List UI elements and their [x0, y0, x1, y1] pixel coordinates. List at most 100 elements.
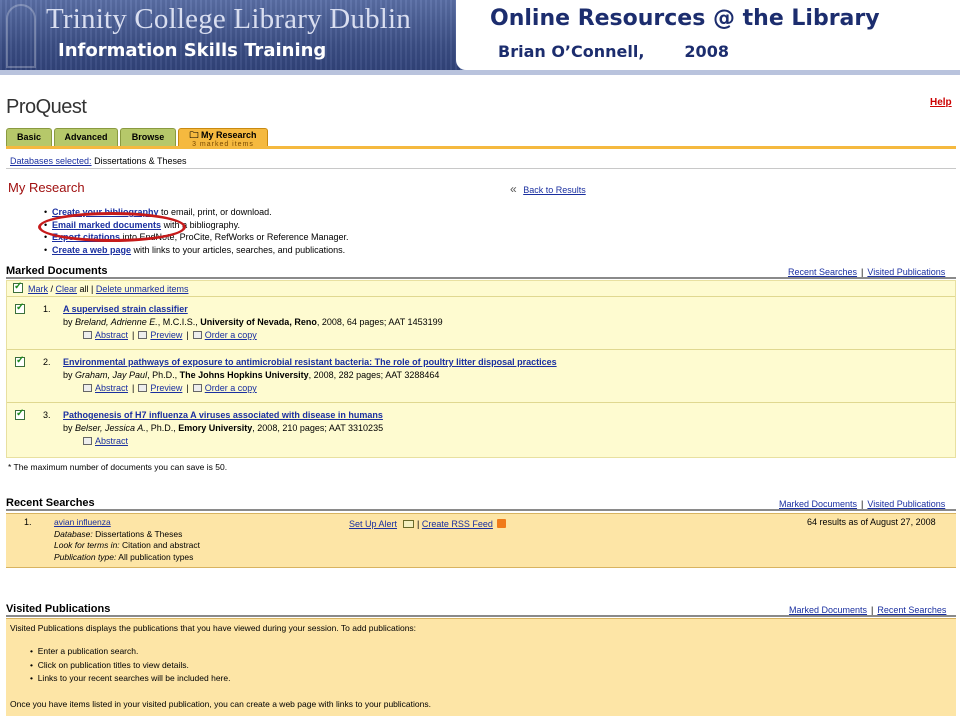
bullet-icon: •	[30, 659, 38, 670]
page-title: My Research	[8, 180, 85, 195]
item-author: Graham, Jay Paul	[75, 370, 148, 380]
preview-icon	[138, 331, 148, 339]
create-web-page-link[interactable]: Create a web page	[52, 245, 131, 255]
list-item: 3. Pathogenesis of H7 influenza A viruse…	[7, 404, 955, 456]
list-item: • Enter a publication search.	[30, 645, 230, 659]
order-copy-link[interactable]: Order a copy	[205, 383, 257, 393]
recent-section-links: Marked Documents | Visited Publications	[779, 499, 946, 509]
database-value: Dissertations & Theses	[95, 528, 183, 539]
item-details: , 2008, 64 pages; AAT 1453199	[316, 317, 443, 327]
item-number: 3.	[43, 410, 51, 420]
marked-documents-list: Mark / Clear all | Delete unmarked items…	[6, 280, 956, 458]
marked-documents-link[interactable]: Marked Documents	[779, 499, 857, 509]
back-to-results-link[interactable]: Back to Results	[523, 185, 586, 195]
option-desc: to email, print, or download.	[161, 207, 272, 217]
select-all-checkbox[interactable]	[13, 281, 23, 293]
visited-publications-panel: Visited Publications displays the public…	[6, 618, 956, 716]
abstract-icon	[83, 384, 92, 392]
max-documents-note: * The maximum number of documents you ca…	[8, 462, 228, 472]
proquest-page: ProQuest Help Basic Advanced Browse 🗀 My…	[0, 88, 960, 720]
item-degree: , Ph.D.,	[147, 370, 178, 380]
order-icon	[192, 384, 202, 392]
item-number: 2.	[43, 357, 51, 367]
by-label: by	[63, 370, 73, 380]
recent-search-row: 1. avian influenza Database: Dissertatio…	[6, 513, 956, 568]
item-links: Abstract | Preview | Order a copy	[83, 330, 257, 340]
library-title: Trinity College Library Dublin	[46, 3, 411, 35]
visited-publications-link[interactable]: Visited Publications	[867, 267, 945, 277]
bullet-icon: •	[30, 646, 38, 656]
tab-my-research[interactable]: 🗀 My Research 3 marked items	[178, 128, 268, 148]
terms-value: Citation and abstract	[122, 540, 201, 550]
item-checkbox[interactable]	[15, 355, 25, 367]
list-item: 2. Environmental pathways of exposure to…	[7, 351, 955, 403]
pubtype-value: All publication types	[118, 551, 194, 562]
abstract-link[interactable]: Abstract	[95, 330, 128, 340]
search-number: 1.	[24, 517, 32, 527]
banner-divider	[0, 70, 960, 75]
abstract-icon	[83, 331, 92, 339]
delete-unmarked-link[interactable]: Delete unmarked items	[96, 284, 189, 294]
by-label: by	[63, 423, 73, 433]
bullet-icon: •	[44, 207, 48, 217]
item-university: Emory University	[178, 423, 253, 433]
marked-controls: Mark / Clear all | Delete unmarked items	[7, 281, 955, 297]
search-actions: Set Up Alert | Create RSS Feed	[349, 519, 506, 529]
database-label: Database:	[54, 528, 93, 539]
databases-selected-value: Dissertations & Theses	[94, 156, 187, 166]
terms-label: Look for terms in:	[54, 540, 120, 550]
step-text: Enter a publication search.	[37, 646, 139, 656]
author-name: Brian O’Connell,	[498, 42, 645, 61]
slide-title-box: Online Resources @ the Library Brian O’C…	[456, 0, 960, 70]
item-number: 1.	[43, 304, 51, 314]
item-title-link[interactable]: Environmental pathways of exposure to an…	[63, 357, 557, 367]
recent-searches-link[interactable]: Recent Searches	[877, 605, 946, 615]
by-label: by	[63, 317, 73, 327]
all-label: all |	[79, 284, 94, 294]
list-item: • Click on publication titles to view de…	[30, 659, 230, 673]
item-author: Belser, Jessica A.	[75, 423, 146, 433]
slide-header: Trinity College Library Dublin Informati…	[0, 0, 960, 75]
visited-section-links: Marked Documents | Recent Searches	[789, 605, 947, 615]
envelope-icon	[403, 520, 415, 528]
section-rule	[6, 509, 956, 511]
search-query-link[interactable]: avian influenza	[54, 517, 111, 527]
abstract-link[interactable]: Abstract	[95, 383, 128, 393]
item-citation: by Belser, Jessica A., Ph.D., Emory Univ…	[63, 423, 383, 433]
item-citation: by Graham, Jay Paul, Ph.D., The Johns Ho…	[63, 370, 439, 380]
abstract-link[interactable]: Abstract	[95, 436, 128, 446]
item-checkbox[interactable]	[15, 302, 25, 314]
create-rss-link[interactable]: Create RSS Feed	[422, 519, 493, 529]
search-details: avian influenza Database: Dissertations …	[54, 517, 200, 563]
marked-documents-link[interactable]: Marked Documents	[789, 605, 867, 615]
item-university: University of Nevada, Reno	[200, 317, 317, 327]
proquest-logo: ProQuest	[6, 96, 87, 118]
databases-selected-link[interactable]: Databases selected:	[10, 156, 92, 166]
preview-link[interactable]: Preview	[150, 330, 182, 340]
back-chevron-icon: «	[510, 182, 517, 196]
mark-link[interactable]: Mark	[28, 284, 48, 294]
recent-searches-link[interactable]: Recent Searches	[788, 267, 857, 277]
visited-publications-heading: Visited Publications	[6, 603, 111, 615]
preview-link[interactable]: Preview	[150, 383, 182, 393]
item-checkbox[interactable]	[15, 408, 25, 420]
arch-decoration	[6, 4, 36, 68]
results-count: 64 results as of August 27, 2008	[807, 517, 936, 527]
item-title-link[interactable]: A supervised strain classifier	[63, 304, 188, 314]
set-up-alert-link[interactable]: Set Up Alert	[349, 519, 397, 529]
list-item: • Links to your recent searches will be …	[30, 672, 230, 686]
tab-advanced[interactable]: Advanced	[54, 128, 118, 146]
tab-basic[interactable]: Basic	[6, 128, 52, 146]
visited-intro: Visited Publications displays the public…	[10, 623, 417, 633]
order-copy-link[interactable]: Order a copy	[205, 330, 257, 340]
tab-browse[interactable]: Browse	[120, 128, 176, 146]
visited-footer: Once you have items listed in your visit…	[10, 699, 431, 709]
slide-author: Brian O’Connell, 2008	[498, 42, 729, 61]
visited-publications-link[interactable]: Visited Publications	[867, 499, 945, 509]
item-title-link[interactable]: Pathogenesis of H7 influenza A viruses a…	[63, 410, 383, 420]
section-rule	[6, 277, 956, 279]
clear-link[interactable]: Clear	[56, 284, 78, 294]
item-details: , 2008, 282 pages; AAT 3288464	[308, 370, 440, 380]
slide-title: Online Resources @ the Library	[490, 6, 880, 31]
help-link[interactable]: Help	[930, 97, 952, 108]
